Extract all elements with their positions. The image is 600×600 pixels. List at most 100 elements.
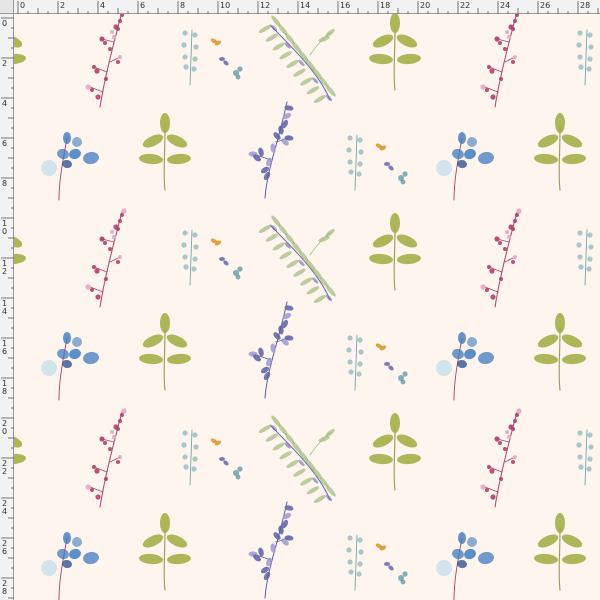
bud-dot (85, 84, 91, 90)
bud-dot (347, 359, 353, 365)
bud-dot (118, 419, 122, 423)
bud-dot (513, 55, 517, 59)
leaf-shape (160, 113, 170, 133)
bud-dot (587, 256, 593, 262)
bud-dot (116, 27, 120, 31)
ruler-label-top: 16 (340, 1, 351, 10)
bud-dot (191, 466, 197, 472)
bud-dot (490, 494, 496, 500)
bud-dot (513, 455, 517, 459)
leaf-shape (390, 413, 400, 433)
bud-dot (498, 241, 502, 245)
leaf-shape (72, 137, 82, 147)
leaf-shape (219, 257, 225, 261)
bud-dot (99, 36, 105, 42)
bud-dot (358, 149, 364, 155)
leaf-shape (458, 132, 466, 144)
ruler-label-left: 22 (2, 460, 10, 476)
bud-dot (494, 236, 500, 242)
bud-dot (121, 408, 127, 414)
bud-dot (348, 169, 354, 175)
bud-dot (503, 247, 507, 251)
bud-dot (513, 419, 517, 423)
ruler-label-top: 28 (580, 1, 591, 10)
leaf-shape (219, 57, 225, 61)
bud-dot (480, 284, 486, 290)
leaf-shape (384, 362, 390, 366)
bud-dot (192, 56, 198, 62)
bud-dot (92, 65, 96, 69)
leaf-shape (384, 562, 390, 566)
bud-dot (400, 579, 406, 585)
bud-dot (577, 454, 583, 460)
bud-dot (110, 30, 114, 34)
bud-dot (505, 230, 509, 234)
ruler-label-digit: 4 (2, 507, 8, 516)
bud-dot (192, 456, 198, 462)
bud-dot (577, 30, 583, 36)
bud-dot (182, 230, 188, 236)
bud-dot (489, 468, 495, 474)
bud-dot (90, 88, 94, 92)
bud-dot (511, 27, 515, 31)
horizontal-ruler[interactable]: 0 2 4 6 8 10 12 14 16 18 20 22 24 26 28 (0, 0, 600, 14)
bud-dot (94, 68, 100, 74)
bud-dot (110, 430, 114, 434)
bud-dot (576, 442, 582, 448)
bud-dot (182, 54, 188, 60)
petal-shape (436, 560, 452, 576)
ruler-label-top: 6 (140, 1, 146, 10)
bud-dot (578, 264, 584, 270)
bud-dot (120, 413, 124, 417)
ruler-label-digit: 6 (2, 547, 8, 556)
bud-dot (490, 94, 496, 100)
bud-dot (108, 247, 112, 251)
bud-dot (503, 447, 507, 451)
ruler-label-top: 4 (100, 1, 106, 10)
bud-dot (358, 549, 364, 555)
leaf-shape (458, 532, 466, 544)
ruler-label-left: 20 (2, 420, 10, 436)
petal-shape (436, 160, 452, 176)
bud-dot (235, 274, 241, 280)
bud-dot (586, 266, 592, 272)
bud-dot (90, 488, 94, 492)
bud-dot (104, 77, 108, 81)
bud-dot (182, 454, 188, 460)
ruler-label-digit: 6 (2, 347, 8, 356)
bud-dot (118, 55, 122, 59)
leaf-shape (63, 132, 71, 144)
bud-dot (586, 466, 592, 472)
bud-dot (183, 64, 189, 70)
leaf-shape (467, 137, 477, 147)
bud-dot (489, 68, 495, 74)
bud-dot (182, 254, 188, 260)
vertical-ruler[interactable]: 0246810121416182022242628 (0, 0, 14, 600)
leaf-shape (390, 213, 400, 233)
bud-dot (92, 265, 96, 269)
bud-dot (513, 19, 517, 23)
bud-dot (116, 60, 120, 64)
bud-dot (193, 444, 199, 450)
bud-dot (511, 60, 515, 64)
bud-dot (99, 436, 105, 442)
leaf-shape (72, 337, 82, 347)
bud-dot (348, 569, 354, 575)
ruler-label-left: 0 (2, 20, 10, 28)
bud-dot (108, 47, 112, 51)
bud-dot (192, 232, 198, 238)
bud-dot (588, 44, 594, 50)
bud-dot (182, 30, 188, 36)
ruler-label-digit: 8 (2, 179, 8, 188)
bud-dot (348, 369, 354, 375)
bud-dot (490, 294, 496, 300)
bud-dot (347, 535, 353, 541)
ruler-label-top: 18 (380, 1, 391, 10)
bud-dot (85, 284, 91, 290)
bud-dot (576, 42, 582, 48)
bud-dot (498, 441, 502, 445)
bud-dot (116, 460, 120, 464)
leaf-shape (467, 337, 477, 347)
leaf-shape (63, 332, 71, 344)
bud-dot (90, 288, 94, 292)
